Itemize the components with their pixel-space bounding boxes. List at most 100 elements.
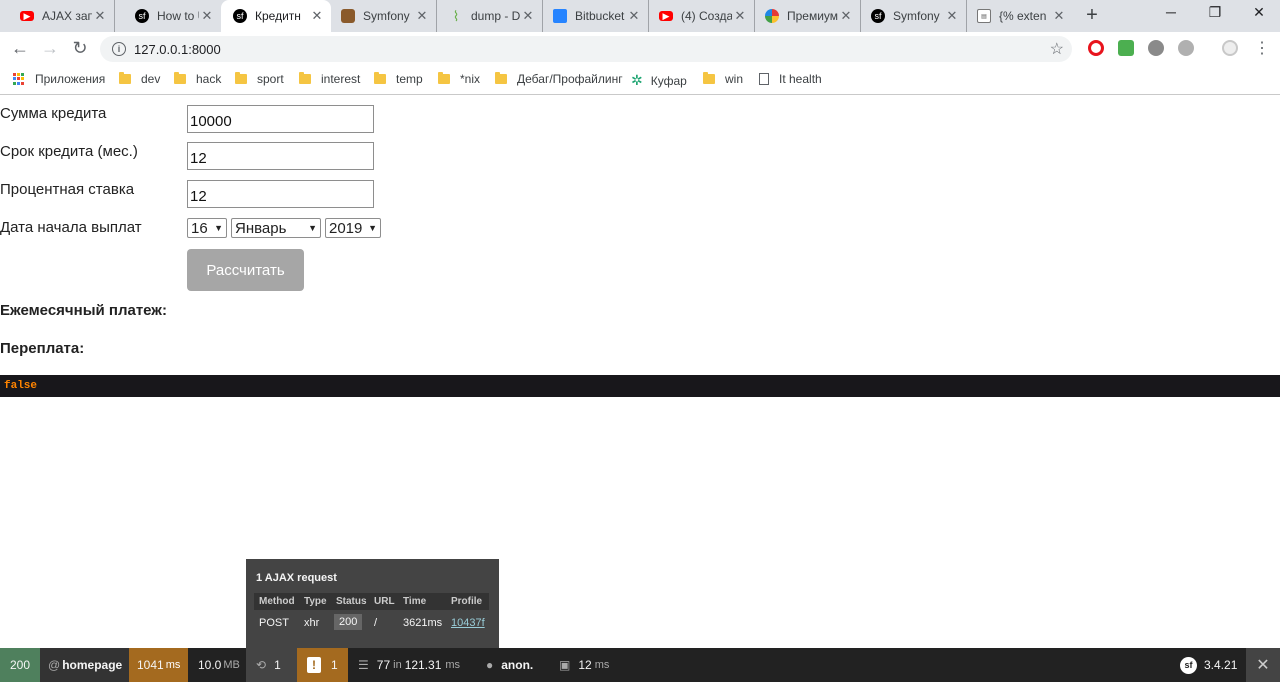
- close-tab-icon[interactable]: ✕: [199, 8, 215, 24]
- profile-avatar[interactable]: [1222, 40, 1238, 56]
- close-tab-icon[interactable]: ✕: [626, 8, 642, 24]
- ajax-refresh-icon: ⟲: [256, 658, 267, 672]
- time-block[interactable]: 1041 ms: [129, 648, 188, 682]
- folder-icon: [299, 72, 311, 84]
- calculate-button[interactable]: Рассчитать: [187, 249, 304, 291]
- bookmarks-bar: Приложения dev hack sport interest temp …: [0, 66, 1280, 95]
- col-type: Type: [304, 596, 327, 607]
- bookmark-win[interactable]: win: [703, 72, 743, 86]
- var-dump-output: false: [0, 375, 1280, 397]
- bookmark-hack[interactable]: hack: [174, 72, 221, 86]
- bookmark-interest[interactable]: interest: [299, 72, 360, 86]
- ajax-profile-link[interactable]: 10437f: [451, 617, 485, 629]
- bookmark-star-icon[interactable]: ☆: [1050, 39, 1064, 59]
- month-select[interactable]: Январь ▼: [231, 218, 321, 238]
- tab-title: Премиум: [787, 9, 838, 23]
- browser-tab-strip: ▶ AJAX зап ✕ sf How to U ✕ sf Кредитн ✕ …: [0, 0, 1280, 32]
- info-icon[interactable]: i: [112, 42, 126, 56]
- status-code: 200: [9, 658, 31, 672]
- close-tab-icon[interactable]: ✕: [944, 8, 960, 24]
- minimize-button[interactable]: ─: [1156, 4, 1186, 20]
- tab-symfony[interactable]: sf Symfony ✕: [861, 0, 967, 32]
- address-bar[interactable]: i 127.0.0.1:8000 ☆: [100, 36, 1072, 62]
- close-tab-icon[interactable]: ✕: [520, 8, 536, 24]
- forward-button[interactable]: →: [39, 38, 61, 59]
- back-button[interactable]: ←: [9, 38, 31, 59]
- bookmark-debug[interactable]: Дебаг/Профайлинг: [495, 72, 623, 86]
- logs-block[interactable]: ! 1: [297, 648, 348, 682]
- dropdown-arrow-icon: ▼: [308, 223, 317, 233]
- bookmark-kufar[interactable]: ✲ Куфар: [631, 72, 687, 89]
- cache-time: 121.31: [404, 658, 442, 672]
- close-tab-icon[interactable]: ✕: [92, 8, 108, 24]
- close-window-button[interactable]: ✕: [1244, 4, 1274, 21]
- rate-label: Процентная ставка: [0, 181, 135, 198]
- route-name: homepage: [62, 658, 123, 672]
- folder-icon: [174, 72, 186, 84]
- tab-ajax-youtube[interactable]: ▶ AJAX зап ✕: [0, 0, 115, 32]
- bookmark-it-health[interactable]: It health: [759, 72, 822, 86]
- year-value: 2019: [329, 219, 363, 237]
- year-select[interactable]: 2019 ▼: [325, 218, 381, 238]
- close-toolbar-button[interactable]: ✕: [1246, 648, 1280, 682]
- tab-how-to[interactable]: sf How to U ✕: [115, 0, 221, 32]
- bookmark-nix[interactable]: *nix: [438, 72, 480, 86]
- folder-icon: [374, 72, 386, 84]
- close-tab-icon[interactable]: ✕: [838, 8, 854, 24]
- security-block[interactable]: ● anon.: [478, 648, 552, 682]
- day-select[interactable]: 16 ▼: [187, 218, 227, 238]
- bookmark-label: sport: [257, 72, 284, 86]
- term-input[interactable]: [187, 142, 374, 170]
- tab-premium[interactable]: Премиум ✕: [755, 0, 861, 32]
- reload-button[interactable]: ↻: [69, 38, 91, 59]
- apps-grid-icon: [13, 73, 25, 85]
- start-date-label: Дата начала выплат: [0, 219, 142, 236]
- memory-block[interactable]: 10.0 MB: [190, 648, 246, 682]
- close-tab-icon[interactable]: ✕: [1051, 8, 1067, 24]
- close-tab-icon[interactable]: ✕: [732, 8, 748, 24]
- bookmark-sport[interactable]: sport: [235, 72, 284, 86]
- col-time: Time: [403, 596, 427, 607]
- close-tab-icon[interactable]: ✕: [309, 8, 325, 24]
- opera-icon[interactable]: [1088, 40, 1104, 56]
- extension-globe-icon[interactable]: [1178, 40, 1194, 56]
- cache-in-text: in: [393, 659, 402, 671]
- symfony-version: 3.4.21: [1204, 658, 1238, 672]
- tab-extends[interactable]: ▤ {% exten ✕: [967, 0, 1073, 32]
- tab-title: Кредитн: [255, 9, 301, 23]
- tab-title: AJAX зап: [42, 9, 92, 23]
- extension-eye-icon[interactable]: [1148, 40, 1164, 56]
- ajax-requests-panel: 1 AJAX request Method Type Status URL Ti…: [246, 559, 499, 648]
- layers-icon: ☰: [358, 658, 369, 672]
- restore-button[interactable]: ❐: [1200, 4, 1230, 21]
- twig-block[interactable]: ▣ 12 ms: [553, 648, 633, 682]
- cache-block[interactable]: ☰ 77 in 121.31 ms: [350, 648, 476, 682]
- warning-icon: !: [307, 657, 321, 673]
- tab-credit-active[interactable]: sf Кредитн ✕: [221, 0, 331, 32]
- bookmark-label: Куфар: [650, 73, 687, 88]
- close-tab-icon[interactable]: ✕: [414, 8, 430, 24]
- bookmark-label: *nix: [460, 72, 481, 86]
- bookmark-apps[interactable]: Приложения: [13, 72, 105, 86]
- tab-youtube-create[interactable]: ▶ (4) Созда ✕: [649, 0, 755, 32]
- amount-input[interactable]: [187, 105, 374, 133]
- symfony-version-block[interactable]: sf 3.4.21: [1172, 648, 1246, 682]
- tab-title: Symfony: [893, 9, 940, 23]
- dropdown-arrow-icon: ▼: [368, 223, 377, 233]
- at-icon: @: [48, 658, 61, 672]
- tab-bitbucket[interactable]: Bitbucket ✕: [543, 0, 649, 32]
- menu-kebab-icon[interactable]: ⋮: [1251, 38, 1273, 58]
- url-text: 127.0.0.1:8000: [134, 41, 221, 57]
- ajax-time: 3621ms: [403, 617, 443, 629]
- bookmark-temp[interactable]: temp: [374, 72, 423, 86]
- extension-arrow-icon[interactable]: [1118, 40, 1134, 56]
- time-value: 1041: [137, 658, 164, 672]
- route-block[interactable]: @ homepage: [40, 648, 129, 682]
- bookmark-dev[interactable]: dev: [119, 72, 160, 86]
- tab-symfonycasts[interactable]: Symfony ✕: [331, 0, 437, 32]
- new-tab-button[interactable]: +: [1080, 4, 1104, 27]
- rate-input[interactable]: [187, 180, 374, 208]
- ajax-block[interactable]: ⟲ 1: [246, 648, 297, 682]
- status-code-block[interactable]: 200: [0, 648, 40, 682]
- tab-dump[interactable]: ⌇ dump - D ✕: [437, 0, 543, 32]
